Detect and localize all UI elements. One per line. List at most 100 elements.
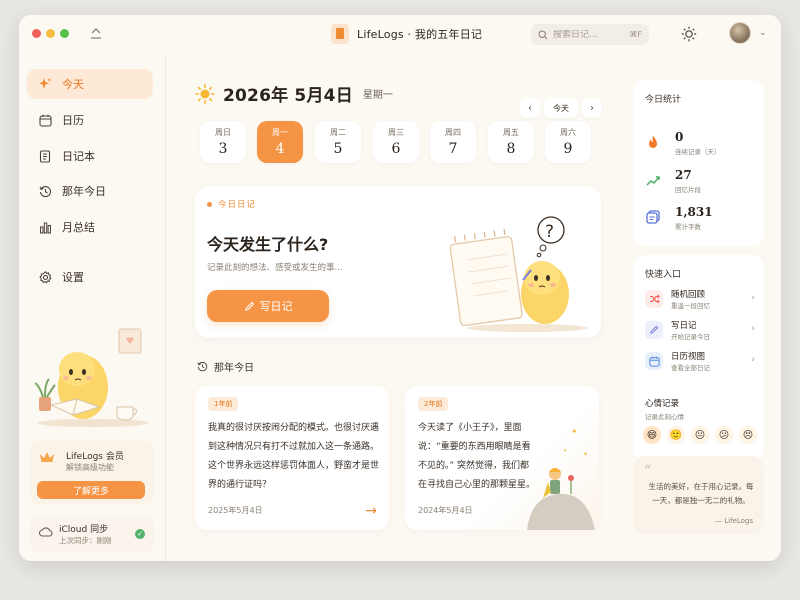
svg-text:✦: ✦	[583, 451, 588, 458]
chevron-up-icon	[91, 28, 101, 39]
week-day-card[interactable]: 周六 9	[545, 121, 591, 163]
quick-access-title: 快速入口	[645, 270, 682, 280]
sidebar-item-label: 设置	[62, 271, 84, 284]
diary-tag-label: 今日日记	[218, 200, 257, 210]
sidebar-item-history[interactable]: 那年今日	[27, 176, 153, 206]
theme-toggle-button[interactable]	[679, 24, 699, 44]
stats-title: 今日统计	[645, 95, 682, 105]
membership-title: LifeLogs 会员	[66, 452, 124, 462]
mascot-thinking-illustration: ?	[449, 216, 587, 332]
stat-value: 27	[675, 168, 692, 182]
quote-mark-icon: “	[644, 463, 652, 479]
diary-prompt-title: 今天发生了什么?	[207, 235, 329, 254]
search-input[interactable]	[553, 29, 617, 40]
throwback-card[interactable]: 2年前 今天读了《小王子》，里面说：“重要的东西用眼睛是看不见的。” 突然觉得，…	[405, 386, 599, 530]
years-ago-badge: 2年前	[418, 397, 449, 411]
day-date: 6	[391, 141, 401, 157]
day-date: 4	[275, 141, 285, 157]
sidebar-item-notebook[interactable]: 日记本	[27, 141, 153, 171]
today-button[interactable]: 今天	[544, 98, 578, 118]
week-day-card-selected[interactable]: 周一 4	[257, 121, 303, 163]
svg-text:✦: ✦	[563, 448, 567, 454]
throwback-title-text: 那年今日	[214, 363, 254, 374]
throwback-section-title: 那年今日	[197, 359, 254, 374]
document-stack-icon	[645, 209, 661, 225]
zoom-window-button[interactable]	[60, 29, 69, 38]
mood-happy-icon[interactable]: 🙂	[667, 426, 685, 444]
today-diary-card: 今日日记 今天发生了什么? 记录此刻的想法、感受或发生的事... 写日记 ?	[195, 186, 601, 338]
chevron-right-icon: ›	[751, 355, 755, 365]
week-day-card[interactable]: 周二 5	[315, 121, 361, 163]
chevron-right-icon: ›	[751, 293, 755, 303]
chevron-right-icon: ›	[751, 324, 755, 334]
day-name: 周二	[330, 128, 346, 137]
crown-icon	[40, 452, 54, 462]
app-window: LifeLogs · 我的五年日记 ⌘F ⌄ 今天	[19, 15, 781, 561]
sidebar-item-label: 月总结	[62, 221, 95, 234]
stat-value: 1,831	[675, 205, 713, 219]
mood-neutral-icon[interactable]: 😐	[691, 426, 709, 444]
svg-text:✦: ✦	[571, 427, 578, 436]
avatar[interactable]	[729, 22, 751, 44]
throwback-card[interactable]: 1年前 我真的很讨厌按闹分配的模式。也很讨厌遇到这种情况只有打不过就加入这一条通…	[195, 386, 389, 530]
membership-subtitle: 解锁高级功能	[66, 463, 114, 472]
week-day-card[interactable]: 周四 7	[430, 121, 476, 163]
week-day-card[interactable]: 周日 3	[200, 121, 246, 163]
next-day-button[interactable]: ›	[582, 98, 602, 118]
app-logo-icon	[331, 24, 349, 44]
icloud-subtitle: 上次同步：刚刚	[59, 536, 112, 545]
history-icon	[38, 184, 52, 198]
mascot-reading-illustration	[34, 328, 149, 427]
quick-item-title: 随机回顾	[671, 290, 706, 300]
sun-icon	[681, 26, 697, 42]
search-box[interactable]: ⌘F	[531, 24, 649, 45]
week-day-card[interactable]: 周五 8	[488, 121, 534, 163]
write-diary-button[interactable]: 写日记	[207, 290, 329, 322]
shuffle-icon	[645, 290, 663, 308]
previous-day-button[interactable]: ‹	[520, 98, 540, 118]
write-diary-label: 写日记	[259, 300, 293, 313]
quick-item-calendar-view[interactable]: 日历视图 查看全部日记 ›	[641, 347, 757, 375]
arrow-right-icon[interactable]: →	[365, 503, 377, 519]
title-bar: LifeLogs · 我的五年日记 ⌘F ⌄	[19, 15, 781, 55]
day-name: 周六	[560, 128, 576, 137]
sidebar-item-today[interactable]: 今天	[27, 69, 153, 99]
date-header: 2026年 5月4日 星期一	[195, 81, 393, 106]
day-date: 3	[218, 141, 228, 157]
chevron-down-icon[interactable]: ⌄	[759, 28, 767, 38]
sidebar-item-monthly[interactable]: 月总结	[27, 212, 153, 242]
stat-label: 回忆片段	[675, 186, 701, 194]
day-date: 7	[448, 141, 458, 157]
mood-sad-icon[interactable]: 😕	[715, 426, 733, 444]
week-day-card[interactable]: 周三 6	[373, 121, 419, 163]
quick-item-subtitle: 重温一段回忆	[671, 302, 710, 310]
quick-item-random-review[interactable]: 随机回顾 重温一段回忆 ›	[641, 285, 757, 313]
quick-item-subtitle: 查看全部日记	[671, 364, 710, 372]
sidebar-item-calendar[interactable]: 日历	[27, 105, 153, 135]
gear-icon	[38, 270, 52, 284]
throwback-date: 2024年5月4日	[418, 506, 473, 515]
page-title: 2026年 5月4日	[223, 86, 353, 106]
close-window-button[interactable]	[32, 29, 41, 38]
day-name: 周日	[215, 128, 231, 137]
app-title: LifeLogs · 我的五年日记	[331, 23, 482, 45]
search-icon	[538, 29, 548, 40]
throwback-text: 我真的很讨厌按闹分配的模式。也很讨厌遇到这种情况只有打不过就加入这一条通路。这个…	[208, 423, 380, 490]
icloud-sync-card[interactable]: iCloud 同步 上次同步：刚刚 ✓	[30, 515, 154, 553]
sidebar-item-settings[interactable]: 设置	[27, 262, 153, 292]
calendar-icon	[38, 113, 52, 127]
learn-more-button[interactable]: 了解更多	[37, 481, 145, 499]
pen-icon	[244, 301, 254, 311]
mood-upset-icon[interactable]: 😣	[739, 426, 757, 444]
minimize-window-button[interactable]	[46, 29, 55, 38]
day-name: 周五	[503, 128, 519, 137]
stat-label: 连续记录（天）	[675, 148, 721, 156]
mood-very-happy-icon[interactable]: 😄	[643, 426, 661, 444]
chevron-right-icon: ›	[590, 102, 594, 114]
sidebar-toggle-button[interactable]	[89, 25, 103, 41]
bar-chart-icon	[38, 220, 52, 234]
sidebar-item-label: 日记本	[62, 150, 95, 163]
sun-icon	[195, 83, 215, 104]
quick-item-write-diary[interactable]: 写日记 开始记录今日 ›	[641, 316, 757, 344]
throwback-text: 今天读了《小王子》，里面说：“重要的东西用眼睛是看不见的。” 突然觉得，我们都在…	[418, 423, 536, 490]
